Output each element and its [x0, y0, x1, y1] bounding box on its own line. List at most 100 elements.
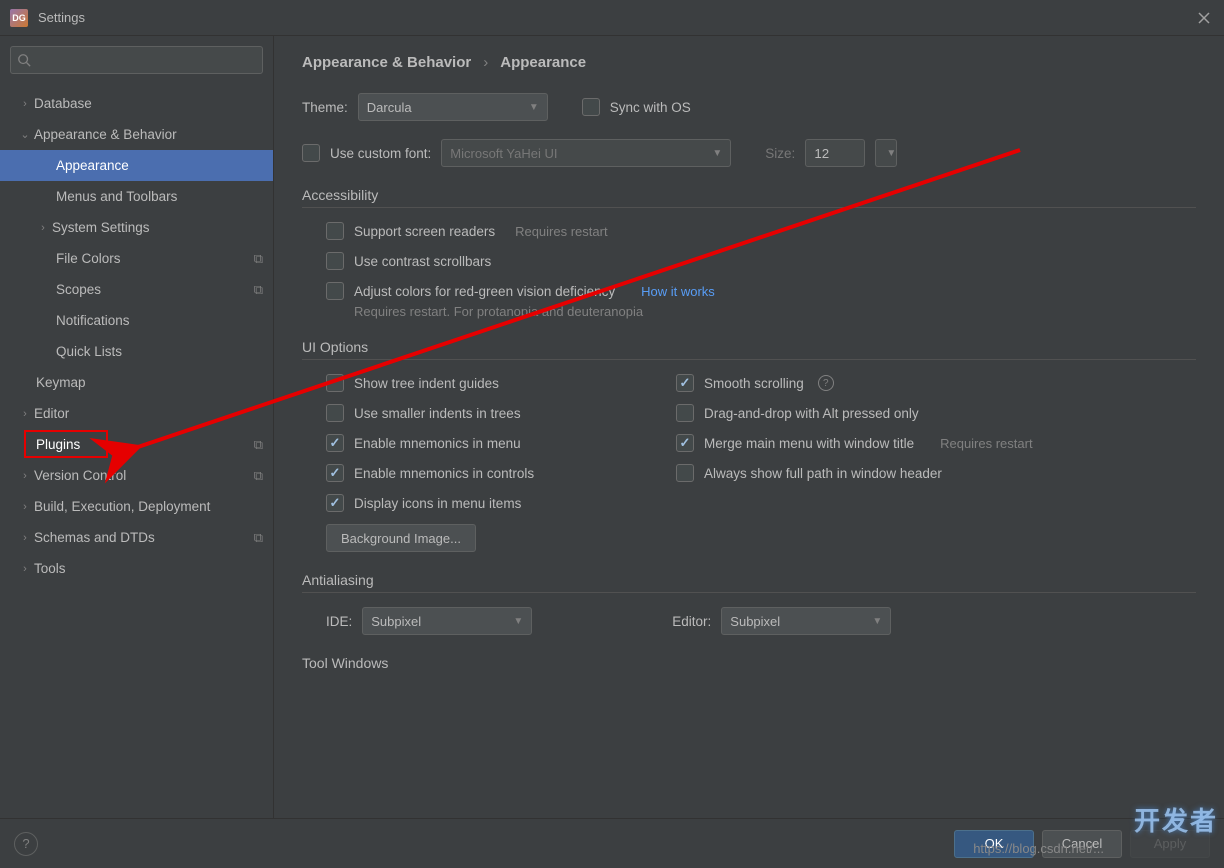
sidebar-item-label: System Settings	[52, 220, 263, 235]
sidebar-item-build-execution-deployment[interactable]: ›Build, Execution, Deployment	[0, 491, 273, 522]
sidebar-item-editor[interactable]: ›Editor	[0, 398, 273, 429]
font-size-input[interactable]	[805, 139, 865, 167]
display-icons-checkbox[interactable]	[326, 494, 344, 512]
search-input[interactable]	[35, 53, 256, 68]
aa-ide-label: IDE:	[326, 614, 352, 629]
sidebar-item-schemas-dtds[interactable]: ›Schemas and DTDs⧉	[0, 522, 273, 553]
custom-font-value: Microsoft YaHei UI	[450, 146, 557, 161]
merge-main-menu-label: Merge main menu with window title	[704, 436, 914, 451]
sidebar: ›Database ⌄Appearance & Behavior Appeara…	[0, 36, 274, 818]
chevron-down-icon: ▼	[872, 616, 882, 627]
sync-with-os-checkbox[interactable]	[582, 98, 600, 116]
smaller-indents-label: Use smaller indents in trees	[354, 406, 521, 421]
tree-indent-guides-checkbox[interactable]	[326, 374, 344, 392]
sidebar-item-label: Database	[34, 96, 263, 111]
project-badge-icon: ⧉	[254, 282, 263, 298]
sidebar-item-label: Tools	[34, 561, 263, 576]
support-screen-readers-label: Support screen readers	[354, 224, 495, 239]
merge-main-menu-checkbox[interactable]	[676, 434, 694, 452]
sidebar-item-appearance[interactable]: Appearance	[0, 150, 273, 181]
tree-indent-guides-label: Show tree indent guides	[354, 376, 499, 391]
color-deficiency-label: Adjust colors for red-green vision defic…	[354, 284, 615, 299]
color-deficiency-sub: Requires restart. For protanopia and deu…	[326, 304, 1196, 319]
use-custom-font-label: Use custom font:	[330, 146, 431, 161]
sidebar-item-scopes[interactable]: Scopes⧉	[0, 274, 273, 305]
sidebar-item-menus-toolbars[interactable]: Menus and Toolbars	[0, 181, 273, 212]
sidebar-item-tools[interactable]: ›Tools	[0, 553, 273, 584]
chevron-right-icon: ›	[18, 470, 32, 482]
breadcrumb-root[interactable]: Appearance & Behavior	[302, 54, 471, 71]
sidebar-item-label: Version Control	[34, 468, 254, 483]
accessibility-header: Accessibility	[302, 187, 1196, 208]
sidebar-item-keymap[interactable]: Keymap	[0, 367, 273, 398]
sidebar-item-database[interactable]: ›Database	[0, 88, 273, 119]
project-badge-icon: ⧉	[254, 468, 263, 484]
how-it-works-link[interactable]: How it works	[641, 284, 715, 299]
chevron-right-icon: ›	[483, 54, 488, 71]
full-path-header-checkbox[interactable]	[676, 464, 694, 482]
sidebar-item-label: Keymap	[36, 375, 263, 390]
app-icon: DG	[10, 9, 28, 27]
mnemonics-menu-label: Enable mnemonics in menu	[354, 436, 521, 451]
font-size-stepper[interactable]: ▼	[875, 139, 897, 167]
mnemonics-controls-label: Enable mnemonics in controls	[354, 466, 534, 481]
sidebar-item-label: Plugins	[36, 437, 254, 452]
sidebar-item-notifications[interactable]: Notifications	[0, 305, 273, 336]
chevron-down-icon: ▼	[886, 148, 896, 159]
aa-editor-label: Editor:	[672, 614, 711, 629]
window-title: Settings	[38, 10, 85, 25]
chevron-down-icon: ▼	[513, 616, 523, 627]
sidebar-item-label: Menus and Toolbars	[56, 189, 263, 204]
smaller-indents-checkbox[interactable]	[326, 404, 344, 422]
background-image-button[interactable]: Background Image...	[326, 524, 476, 552]
sidebar-item-version-control[interactable]: ›Version Control⧉	[0, 460, 273, 491]
project-badge-icon: ⧉	[254, 530, 263, 546]
color-deficiency-checkbox[interactable]	[326, 282, 344, 300]
sidebar-item-system-settings[interactable]: ›System Settings	[0, 212, 273, 243]
sidebar-item-quick-lists[interactable]: Quick Lists	[0, 336, 273, 367]
info-icon[interactable]: ?	[818, 375, 834, 391]
aa-ide-select[interactable]: Subpixel ▼	[362, 607, 532, 635]
chevron-right-icon: ›	[18, 501, 32, 513]
ok-button[interactable]: OK	[954, 830, 1034, 858]
content-panel: Appearance & Behavior › Appearance Theme…	[274, 36, 1224, 818]
sidebar-item-label: Schemas and DTDs	[34, 530, 254, 545]
close-icon	[1198, 12, 1210, 24]
smooth-scrolling-checkbox[interactable]	[676, 374, 694, 392]
search-input-wrap[interactable]	[10, 46, 263, 74]
chevron-down-icon: ⌄	[18, 128, 32, 141]
theme-value: Darcula	[367, 100, 412, 115]
sidebar-item-label: Scopes	[56, 282, 254, 297]
project-badge-icon: ⧉	[254, 251, 263, 267]
sidebar-item-file-colors[interactable]: File Colors⧉	[0, 243, 273, 274]
drag-drop-alt-checkbox[interactable]	[676, 404, 694, 422]
use-custom-font-checkbox[interactable]	[302, 144, 320, 162]
contrast-scrollbars-label: Use contrast scrollbars	[354, 254, 491, 269]
support-screen-readers-checkbox[interactable]	[326, 222, 344, 240]
sidebar-item-label: Quick Lists	[56, 344, 263, 359]
theme-select[interactable]: Darcula ▼	[358, 93, 548, 121]
chevron-right-icon: ›	[18, 98, 32, 110]
sidebar-item-label: Editor	[34, 406, 263, 421]
sidebar-item-label: Notifications	[56, 313, 263, 328]
aa-editor-value: Subpixel	[730, 614, 780, 629]
aa-ide-value: Subpixel	[371, 614, 421, 629]
apply-button[interactable]: Apply	[1130, 830, 1210, 858]
restart-hint: Requires restart	[940, 436, 1032, 451]
breadcrumb: Appearance & Behavior › Appearance	[302, 54, 1196, 71]
help-button[interactable]: ?	[14, 832, 38, 856]
settings-tree: ›Database ⌄Appearance & Behavior Appeara…	[0, 84, 273, 818]
sidebar-item-appearance-behavior[interactable]: ⌄Appearance & Behavior	[0, 119, 273, 150]
project-badge-icon: ⧉	[254, 437, 263, 453]
ui-options-header: UI Options	[302, 339, 1196, 360]
chevron-right-icon: ›	[18, 408, 32, 420]
cancel-button[interactable]: Cancel	[1042, 830, 1122, 858]
display-icons-label: Display icons in menu items	[354, 496, 521, 511]
aa-editor-select[interactable]: Subpixel ▼	[721, 607, 891, 635]
contrast-scrollbars-checkbox[interactable]	[326, 252, 344, 270]
custom-font-select[interactable]: Microsoft YaHei UI ▼	[441, 139, 731, 167]
sidebar-item-plugins[interactable]: Plugins ⧉	[0, 429, 273, 460]
mnemonics-menu-checkbox[interactable]	[326, 434, 344, 452]
close-button[interactable]	[1194, 8, 1214, 28]
mnemonics-controls-checkbox[interactable]	[326, 464, 344, 482]
